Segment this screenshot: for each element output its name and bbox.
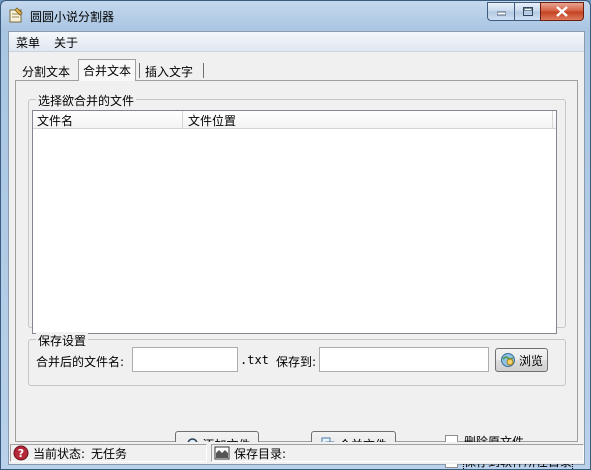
minimize-button[interactable] <box>487 2 514 21</box>
column-file-location[interactable]: 文件位置 <box>188 112 236 129</box>
maximize-icon <box>522 7 533 16</box>
maximize-button[interactable] <box>514 2 540 21</box>
tab-merge-text[interactable]: 合并文本 <box>78 59 137 81</box>
tab-separator <box>203 63 204 78</box>
status-save-dir-label: 保存目录: <box>234 446 287 461</box>
browse-icon <box>500 353 515 367</box>
menu-bar: 菜单 关于 <box>9 32 584 52</box>
browse-button[interactable]: 浏览 <box>495 348 548 372</box>
column-file-name[interactable]: 文件名 <box>37 112 73 129</box>
close-icon <box>556 6 568 17</box>
save-settings-group-title: 保存设置 <box>36 332 89 349</box>
app-window: 圆圆小说分割器 菜单 关于 分割文本 合并文本 插入文字 选择欲合并的文件 文件… <box>0 0 591 470</box>
file-list[interactable]: 文件名 文件位置 <box>32 110 557 334</box>
status-state-label: 当前状态: <box>33 446 86 461</box>
status-bar: ? 当前状态: 无任务 保存目录: <box>9 442 584 464</box>
client-area: 菜单 关于 分割文本 合并文本 插入文字 选择欲合并的文件 文件名 文件位置 保… <box>8 31 585 470</box>
menu-item-about[interactable]: 关于 <box>52 34 80 51</box>
browse-button-label: 浏览 <box>518 353 543 368</box>
save-settings-group: 保存设置 合并后的文件名: .txt 保存到: 浏览 <box>28 332 566 386</box>
merge-tab-page: 选择欲合并的文件 文件名 文件位置 保存设置 合并后的文件名: .txt 保存到… <box>15 80 578 470</box>
window-controls <box>487 2 584 21</box>
status-pane-state: ? 当前状态: 无任务 <box>10 444 207 462</box>
save-to-label: 保存到: <box>276 355 317 369</box>
help-icon: ? <box>13 445 29 461</box>
save-folder-icon <box>214 446 230 460</box>
column-divider[interactable] <box>182 111 183 129</box>
extension-label: .txt <box>240 353 269 367</box>
menu-item-menu[interactable]: 菜单 <box>14 34 42 51</box>
app-notepad-icon <box>8 7 24 23</box>
column-divider[interactable] <box>552 111 553 129</box>
file-select-group-title: 选择欲合并的文件 <box>36 92 137 109</box>
close-button[interactable] <box>540 2 584 21</box>
merged-filename-input[interactable] <box>132 347 238 372</box>
file-list-header: 文件名 文件位置 <box>33 111 556 129</box>
save-to-input[interactable] <box>319 347 489 372</box>
window-title: 圆圆小说分割器 <box>30 10 115 24</box>
tab-separator <box>139 63 140 78</box>
file-select-group: 选择欲合并的文件 文件名 文件位置 <box>28 92 566 334</box>
tab-insert-text[interactable]: 插入文字 <box>141 62 197 80</box>
minimize-icon <box>496 11 506 16</box>
merged-filename-label: 合并后的文件名: <box>36 355 125 369</box>
svg-text:?: ? <box>18 447 24 460</box>
title-bar[interactable]: 圆圆小说分割器 <box>1 1 590 31</box>
status-pane-save-dir: 保存目录: <box>211 444 584 462</box>
status-state-value: 无任务 <box>91 446 128 461</box>
tab-split-text[interactable]: 分割文本 <box>18 62 74 80</box>
